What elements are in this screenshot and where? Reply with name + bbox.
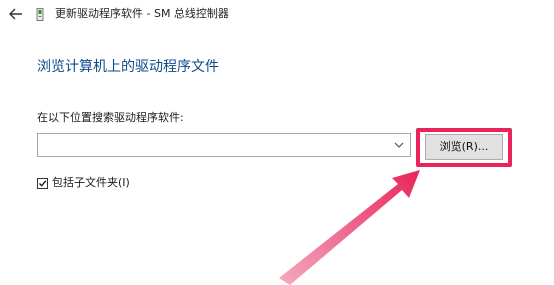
driver-update-page: 更新驱动程序软件 - SM 总线控制器 浏览计算机上的驱动程序文件 在以下位置搜…: [0, 0, 554, 285]
page-heading: 浏览计算机上的驱动程序文件: [37, 59, 219, 75]
back-arrow-icon[interactable]: [8, 6, 24, 22]
chevron-down-icon: [394, 142, 404, 148]
checkmark-icon: [39, 179, 47, 187]
device-icon: [36, 7, 44, 21]
dropdown-button[interactable]: [388, 134, 410, 156]
browse-button[interactable]: 浏览(R)...: [425, 134, 503, 160]
include-subfolders-checkbox[interactable]: [37, 177, 48, 189]
window-title: 更新驱动程序软件 - SM 总线控制器: [55, 7, 229, 20]
search-location-label: 在以下位置搜索驱动程序软件:: [37, 111, 184, 124]
include-subfolders-label: 包括子文件夹(I): [52, 176, 130, 189]
path-combobox[interactable]: [37, 133, 411, 157]
path-input[interactable]: [38, 134, 388, 156]
include-subfolders-row[interactable]: 包括子文件夹(I): [37, 175, 130, 191]
